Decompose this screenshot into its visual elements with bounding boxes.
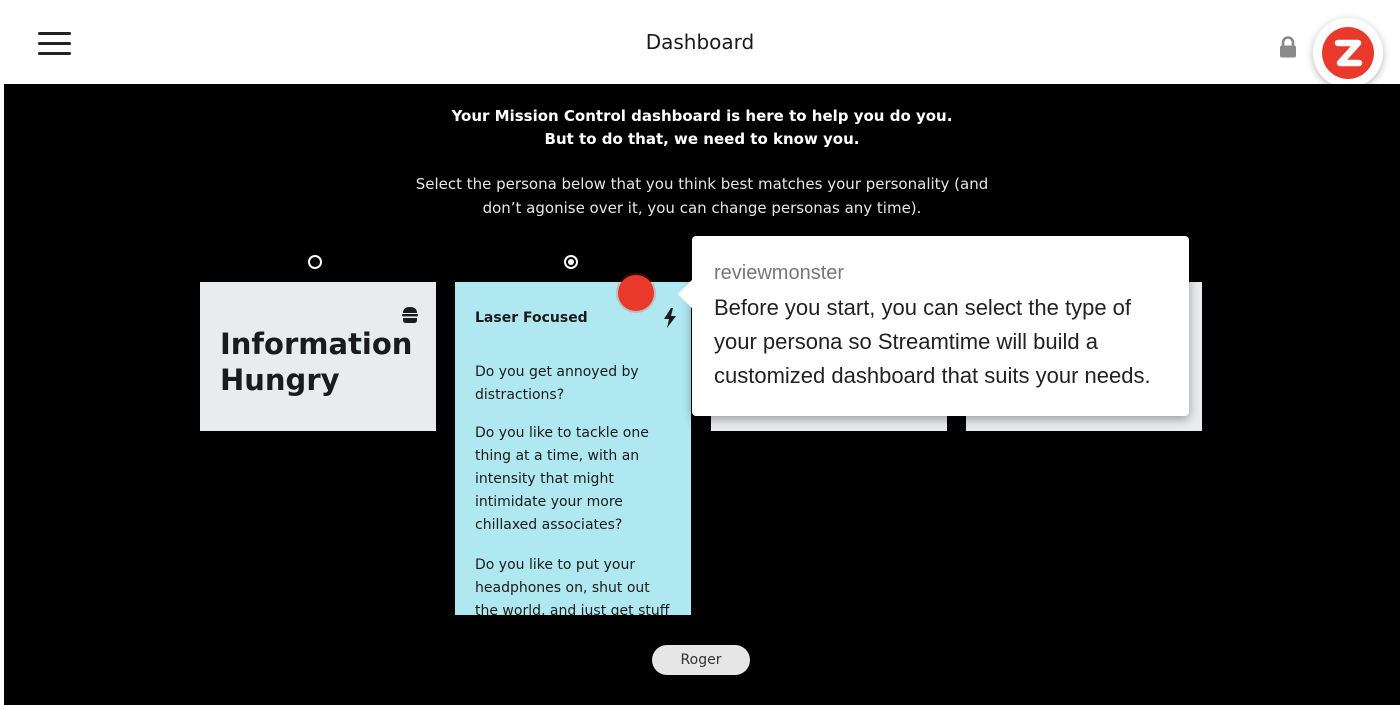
intro-line-2: But to do that, we need to know you. [544, 130, 860, 148]
profile-badge[interactable] [1313, 18, 1383, 88]
persona-title: Laser Focused [475, 310, 588, 326]
tooltip-author: reviewmonster [714, 262, 845, 284]
intro-line-1: Your Mission Control dashboard is here t… [451, 107, 953, 125]
annotation-hotspot[interactable] [618, 275, 654, 311]
user-name-button[interactable]: Roger [652, 645, 750, 675]
lightning-bolt-icon [664, 308, 676, 328]
instructions-line-1: Select the persona below that you think … [415, 175, 989, 193]
z-logo-icon [1322, 27, 1374, 79]
top-bar: Dashboard [0, 0, 1400, 88]
persona-radio-laser-focused[interactable] [564, 255, 578, 269]
persona-radio-information-hungry[interactable] [308, 255, 322, 269]
instructions-text: Select the persona below that you think … [402, 172, 1002, 220]
persona-card-laser-focused[interactable]: Laser Focused Do you get annoyed by dist… [455, 282, 691, 615]
tooltip-body: Before you start, you can select the typ… [714, 295, 1151, 388]
annotation-tooltip: reviewmonster Before you start, you can … [677, 236, 1189, 416]
lock-icon[interactable] [1278, 36, 1298, 58]
persona-question: Do you like to put your headphones on, s… [475, 557, 670, 615]
persona-card-information-hungry[interactable]: Information Hungry [200, 282, 436, 431]
page-title: Dashboard [645, 30, 755, 54]
instructions-line-2: don’t agonise over it, you can change pe… [482, 199, 922, 217]
persona-question: Do you like to tackle one thing at a tim… [475, 425, 649, 533]
persona-title: Information Hungry [220, 327, 413, 397]
intro-text: Your Mission Control dashboard is here t… [4, 105, 1400, 151]
persona-question: Do you get annoyed by distractions? [475, 364, 639, 403]
burger-icon [402, 307, 418, 323]
